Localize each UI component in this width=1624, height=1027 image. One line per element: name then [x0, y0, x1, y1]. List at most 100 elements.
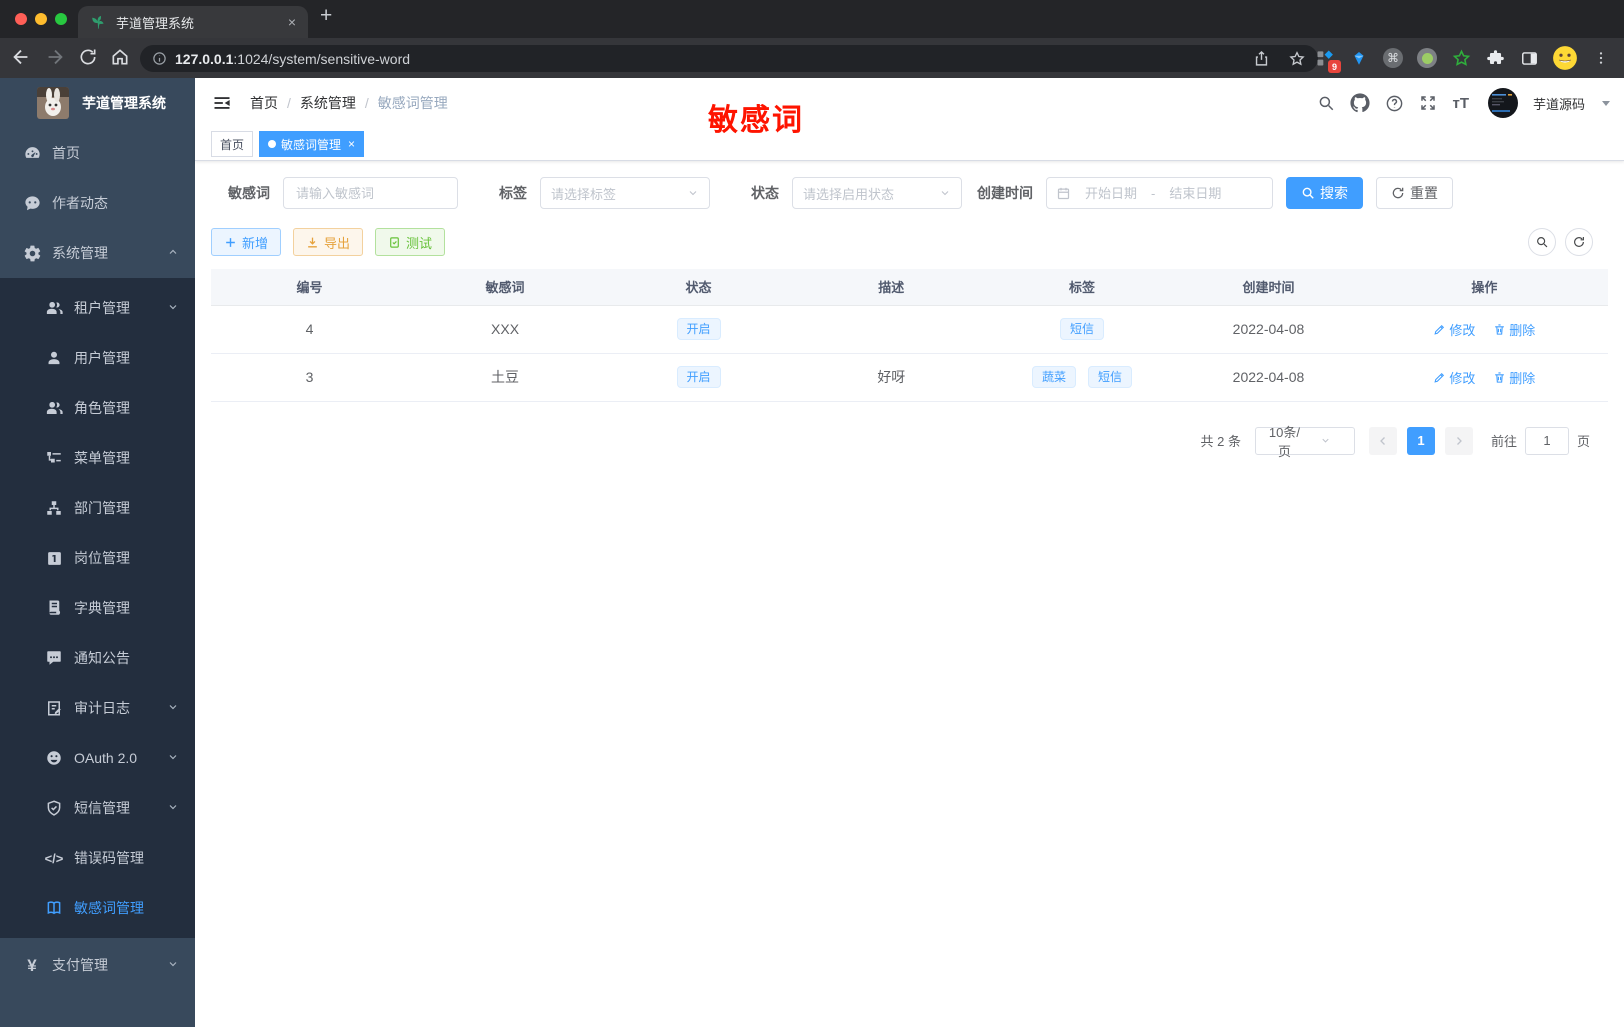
github-icon[interactable]: [1350, 93, 1371, 113]
search-icon[interactable]: [1317, 94, 1335, 112]
help-icon[interactable]: [1385, 94, 1404, 113]
tab-close-icon[interactable]: ×: [288, 14, 296, 30]
message-dots-icon: [42, 649, 66, 667]
page-tab-sensitive-word[interactable]: 敏感词管理 ×: [259, 131, 365, 157]
search-button[interactable]: 搜索: [1286, 177, 1363, 209]
extension-command-icon[interactable]: ⌘: [1382, 47, 1404, 69]
sidebar-item-tenant[interactable]: 租户管理: [0, 283, 195, 333]
sidebar-item-sensitive-word[interactable]: 敏感词管理: [0, 883, 195, 933]
username-label[interactable]: 芋道源码: [1533, 94, 1585, 113]
forward-icon[interactable]: [44, 46, 66, 68]
sidebar-fold-icon[interactable]: [212, 93, 232, 113]
prev-page-button[interactable]: [1368, 426, 1397, 455]
cell-status: 开启: [602, 305, 795, 354]
tag-select[interactable]: 请选择标签: [540, 177, 710, 209]
sidebar-item-home[interactable]: 首页: [0, 128, 195, 178]
tag-chip: 蔬菜: [1032, 366, 1077, 388]
page-tab-home[interactable]: 首页: [211, 131, 254, 157]
date-range-picker[interactable]: -: [1046, 177, 1273, 209]
breadcrumb-home[interactable]: 首页: [250, 93, 278, 113]
fullscreen-icon[interactable]: [1419, 94, 1437, 112]
test-button[interactable]: 测试: [375, 228, 446, 256]
sidebar-item-post[interactable]: 岗位管理: [0, 533, 195, 583]
back-icon[interactable]: [10, 46, 32, 68]
refresh-table-button[interactable]: [1565, 228, 1593, 256]
user-avatar[interactable]: [1487, 88, 1518, 118]
sidebar-item-system[interactable]: 系统管理: [0, 228, 195, 278]
profile-avatar-icon[interactable]: [1552, 45, 1578, 71]
add-button[interactable]: 新增: [211, 228, 282, 256]
sidebar-item-author-news[interactable]: 作者动态: [0, 178, 195, 228]
status-label: 状态: [751, 185, 779, 201]
sidebar-item-role[interactable]: 角色管理: [0, 383, 195, 433]
site-info-icon[interactable]: [152, 51, 167, 66]
date-end-input[interactable]: [1159, 185, 1232, 201]
trash-icon: [1493, 371, 1506, 384]
sidebar-item-sms[interactable]: 短信管理: [0, 783, 195, 833]
sensitive-word-table: 编号 敏感词 状态 描述 标签 创建时间 操作 4 XXX 开启 短信 2022…: [211, 269, 1608, 402]
delete-link[interactable]: 删除: [1493, 368, 1535, 387]
share-icon[interactable]: [1253, 50, 1270, 67]
chevron-down-icon: [167, 750, 179, 766]
breadcrumb-system[interactable]: 系统管理: [300, 93, 356, 113]
status-badge: 开启: [676, 318, 721, 340]
browser-menu-icon[interactable]: [1590, 47, 1612, 69]
extension-grid-icon[interactable]: 9: [1314, 47, 1341, 73]
traffic-lights: [15, 13, 67, 25]
keyword-input[interactable]: [283, 177, 458, 209]
extension-record-icon[interactable]: [1416, 47, 1438, 69]
edit-link[interactable]: 修改: [1433, 320, 1475, 339]
status-select[interactable]: 请选择启用状态: [792, 177, 962, 209]
reload-icon[interactable]: [78, 47, 98, 67]
logo-rabbit-icon: [37, 87, 69, 119]
sidebar-item-notice[interactable]: 通知公告: [0, 633, 195, 683]
active-dot-icon: [268, 140, 277, 148]
tab-close-icon[interactable]: ×: [348, 137, 355, 151]
sidebar-item-menu[interactable]: 菜单管理: [0, 433, 195, 483]
edit-link[interactable]: 修改: [1433, 368, 1475, 387]
sidebar-item-oauth[interactable]: OAuth 2.0: [0, 733, 195, 783]
side-panel-icon[interactable]: [1518, 47, 1540, 69]
browser-tab[interactable]: 芋道管理系统 ×: [78, 6, 308, 38]
sidebar-item-audit-log[interactable]: 审计日志: [0, 683, 195, 733]
col-status: 状态: [602, 269, 795, 306]
reset-button[interactable]: 重置: [1376, 177, 1453, 209]
app-navbar: 首页 / 系统管理 / 敏感词管理 敏感词 тT 芋道源码: [195, 78, 1624, 137]
new-tab-button[interactable]: +: [320, 4, 332, 28]
page-number-button[interactable]: 1: [1406, 426, 1435, 455]
chat-face-icon: [20, 194, 44, 213]
page-size-select[interactable]: 10条/页: [1254, 425, 1355, 459]
chevron-down-icon: [167, 957, 179, 973]
sidebar-item-dict[interactable]: 字典管理: [0, 583, 195, 633]
address-bar[interactable]: 127.0.0.1:1024/system/sensitive-word: [140, 45, 1318, 72]
caret-down-icon[interactable]: [1602, 100, 1610, 106]
goto-page-input[interactable]: [1524, 426, 1569, 455]
delete-link[interactable]: 删除: [1493, 320, 1535, 339]
edit-icon: [1433, 323, 1446, 336]
next-page-button[interactable]: [1444, 426, 1473, 455]
url-path: :1024/system/sensitive-word: [233, 50, 411, 67]
export-button[interactable]: 导出: [293, 228, 364, 256]
zoom-window-button[interactable]: [55, 13, 67, 25]
date-label: 创建时间: [977, 185, 1033, 201]
sidebar-item-user[interactable]: 用户管理: [0, 333, 195, 383]
font-size-icon[interactable]: тT: [1452, 95, 1469, 112]
extension-green-star-icon[interactable]: [1450, 47, 1472, 69]
extension-gem-icon[interactable]: [1348, 47, 1370, 69]
close-window-button[interactable]: [15, 13, 27, 25]
sidebar-item-pay[interactable]: ¥ 支付管理: [0, 938, 195, 992]
col-created: 创建时间: [1176, 269, 1361, 306]
sidebar-item-dept[interactable]: 部门管理: [0, 483, 195, 533]
shield-check-icon: [42, 799, 66, 817]
bookmark-star-icon[interactable]: [1288, 50, 1306, 68]
page-unit-label: 页: [1576, 434, 1590, 449]
date-start-input[interactable]: [1075, 185, 1147, 201]
minimize-window-button[interactable]: [35, 13, 47, 25]
extensions-puzzle-icon[interactable]: [1484, 47, 1506, 69]
app-logo[interactable]: 芋道管理系统: [0, 78, 195, 128]
home-icon[interactable]: [110, 47, 130, 67]
user-icon: [42, 349, 66, 367]
show-search-toggle-button[interactable]: [1528, 228, 1556, 256]
role-users-icon: [42, 399, 66, 417]
sidebar-item-error-code[interactable]: </> 错误码管理: [0, 833, 195, 883]
